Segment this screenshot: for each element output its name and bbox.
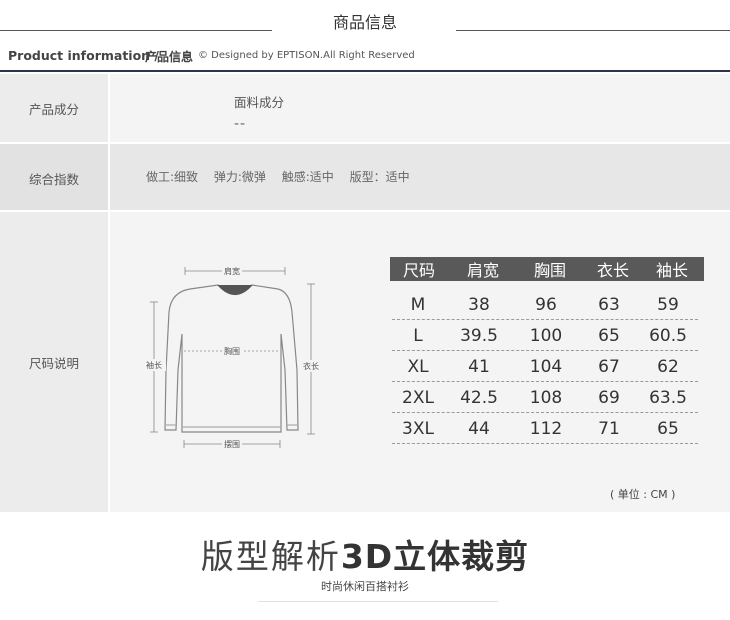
- header-shoulder: 肩宽: [466, 261, 499, 280]
- fit-analysis-subtitle: 时尚休闲百搭衬衫: [321, 580, 409, 593]
- index-elasticity: 弹力:微弹: [213, 170, 266, 184]
- cell-length: 63: [598, 295, 620, 315]
- table-row: L 39.5 100 65 60.5: [392, 320, 698, 351]
- cell-size: M: [410, 295, 426, 315]
- navy-divider: [0, 70, 730, 72]
- index-touch: 触感:适中: [281, 170, 334, 184]
- shirt-outline-icon: [164, 284, 299, 433]
- table-row: 2XL 42.5 108 69 63.5: [392, 382, 698, 413]
- table-row: XL 41 104 67 62: [392, 351, 698, 382]
- cell-sleeve: 62: [657, 357, 679, 377]
- cell-size: XL: [407, 357, 429, 377]
- cell-sleeve: 65: [657, 419, 679, 439]
- fabric-title: 面料成分: [234, 95, 285, 110]
- size-label: 尺码说明: [0, 212, 108, 512]
- index-label: 综合指数: [0, 144, 108, 212]
- subtitle-cn: 产品信息: [145, 50, 194, 64]
- length-label: 衣长: [303, 361, 319, 371]
- row-separator: [108, 144, 110, 212]
- footer-divider: [258, 601, 498, 602]
- cell-shoulder: 39.5: [460, 326, 498, 346]
- fabric-value: --: [234, 116, 247, 132]
- cell-shoulder: 44: [468, 419, 490, 439]
- product-info-bar: Product information / 产品信息 © Designed by…: [0, 44, 730, 68]
- cell-chest: 108: [529, 388, 563, 408]
- header-chest: 胸围: [533, 261, 566, 280]
- cell-size: 3XL: [402, 419, 434, 439]
- cell-size: 2XL: [402, 388, 434, 408]
- cell-length: 71: [598, 419, 620, 439]
- cell-chest: 104: [529, 357, 563, 377]
- cell-size: L: [413, 326, 423, 346]
- cell-length: 67: [598, 357, 620, 377]
- cell-sleeve: 59: [657, 295, 679, 315]
- cell-sleeve: 63.5: [649, 388, 687, 408]
- size-table-header: 尺码 肩宽 胸围 衣长 袖长: [390, 257, 704, 281]
- table-row: M 38 96 63 59: [392, 289, 698, 320]
- cell-shoulder: 42.5: [460, 388, 498, 408]
- shirt-measurement-diagram: 肩宽 胸围 袖长 衣长 摆围: [142, 265, 323, 450]
- index-fit: 版型：适中: [349, 170, 410, 184]
- index-row: 综合指数 做工:细致 弹力:微弹 触感:适中 版型：适中: [0, 142, 730, 212]
- sleeve-label: 袖长: [146, 360, 162, 370]
- title-bold: 3D立体裁剪: [340, 537, 530, 576]
- cell-shoulder: 38: [468, 295, 490, 315]
- shoulder-label: 肩宽: [224, 266, 240, 276]
- fabric-row: 产品成分 面料成分 --: [0, 74, 730, 142]
- hem-label: 摆围: [224, 439, 240, 449]
- header-size: 尺码: [402, 261, 435, 280]
- title-light: 版型解析: [200, 537, 341, 576]
- header-rule-right: [456, 30, 730, 31]
- cell-chest: 100: [529, 326, 563, 346]
- table-row: 3XL 44 112 71 65: [392, 413, 698, 444]
- chest-label: 胸围: [224, 346, 240, 356]
- header-sleeve: 袖长: [655, 261, 688, 280]
- header-length: 衣长: [596, 261, 629, 280]
- credit-text: © Designed by EPTISON.All Right Reserved: [198, 50, 415, 61]
- index-workmanship: 做工:细致: [146, 170, 199, 184]
- cell-shoulder: 41: [468, 357, 490, 377]
- size-row: 尺码说明 肩宽 胸围 袖长 衣长 摆围 尺码 肩宽 胸围 衣长 袖长 M 38 …: [0, 210, 730, 512]
- size-table: 尺码 肩宽 胸围 衣长 袖长 M 38 96 63 59 L 39.5 100 …: [390, 257, 704, 444]
- cell-sleeve: 60.5: [649, 326, 687, 346]
- row-separator: [108, 74, 110, 142]
- index-items: 做工:细致 弹力:微弹 触感:适中 版型：适中: [146, 168, 422, 185]
- cell-chest: 112: [529, 419, 563, 439]
- fit-analysis-title: 版型解析3D立体裁剪: [0, 530, 730, 578]
- cell-chest: 96: [535, 295, 557, 315]
- unit-note: ( 单位 : CM ): [610, 488, 676, 501]
- subtitle-en: Product information /: [8, 48, 159, 63]
- cell-length: 69: [598, 388, 620, 408]
- fabric-label: 产品成分: [0, 74, 108, 142]
- cell-length: 65: [598, 326, 620, 346]
- row-separator: [108, 212, 110, 512]
